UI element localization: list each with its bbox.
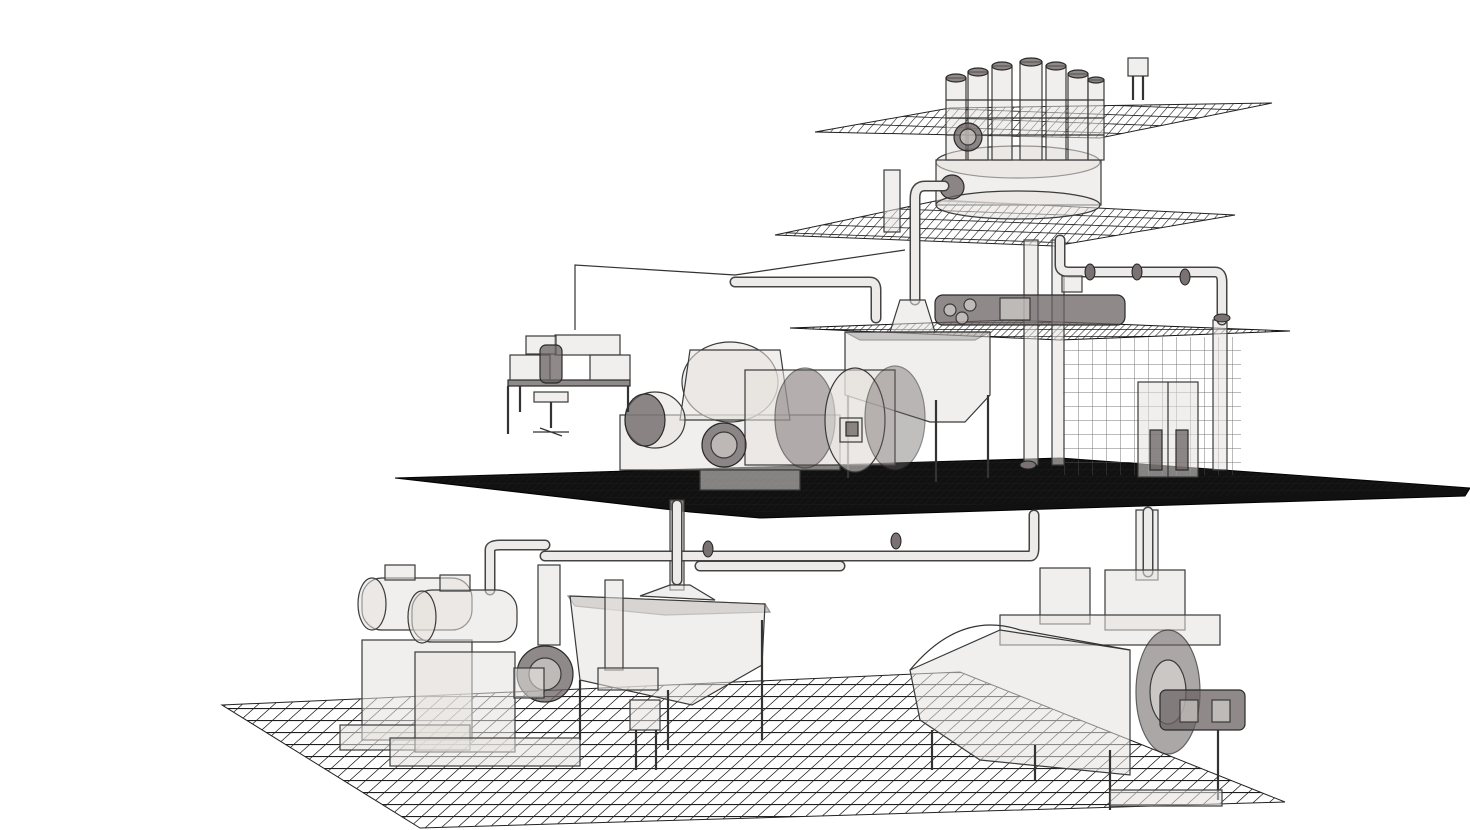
plant-diagram (220, 57, 1470, 829)
feed-standpipe (883, 169, 901, 233)
mill-floor-grid (395, 458, 1470, 512)
control-desk (506, 334, 631, 434)
hydrocyclone-cluster (935, 57, 1105, 220)
sump-sign (629, 699, 661, 731)
distribution-tank (934, 294, 1126, 326)
cyclone-sign-post (1127, 57, 1149, 77)
electrical-cabinet (1137, 381, 1199, 478)
deck-sign (1061, 275, 1083, 293)
signal-cable (574, 249, 906, 330)
top-cyclone-deck-grid (814, 102, 1273, 139)
